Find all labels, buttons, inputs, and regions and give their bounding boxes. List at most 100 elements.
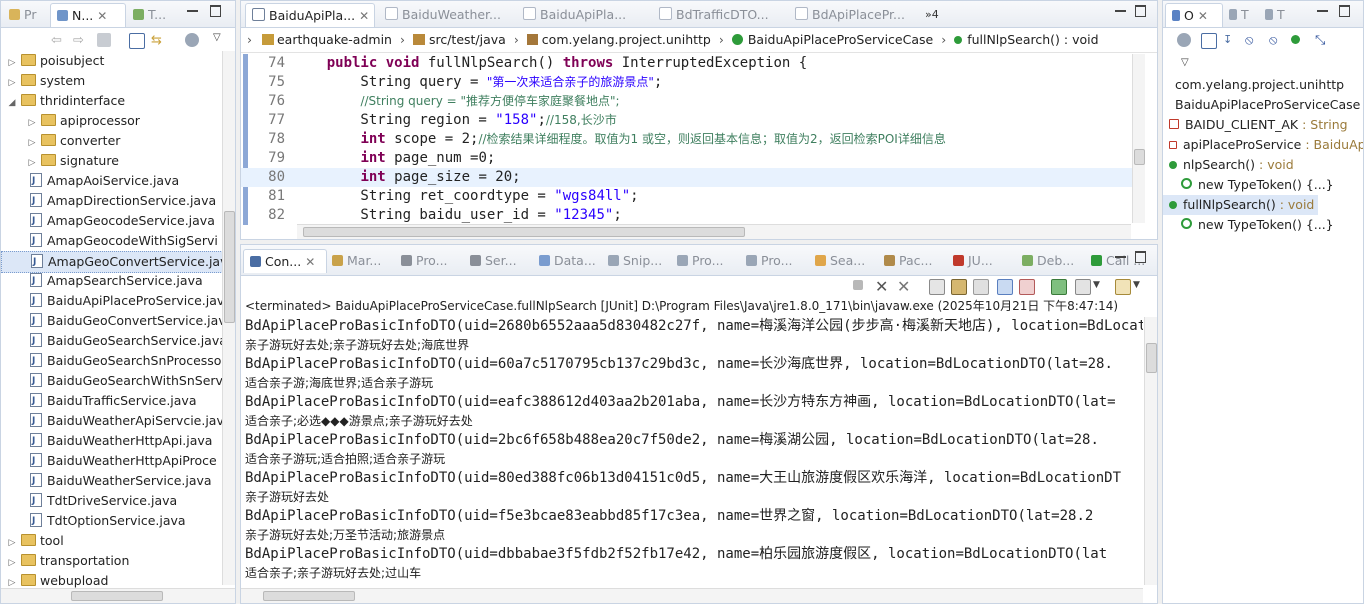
back-arrow-icon[interactable]: ⇦ [51,33,65,48]
outline-item[interactable]: apiPlaceProService : BaiduApi [1163,135,1363,155]
word-wrap-icon[interactable] [973,279,989,295]
outline-item[interactable]: BAIDU_CLIENT_AK : String [1163,115,1348,135]
tree-folder-item[interactable]: ▷ system [1,71,217,91]
forward-arrow-icon[interactable]: ⇨ [73,33,87,48]
remove-all-icon[interactable]: ✕ [897,277,911,296]
editor-tab[interactable]: BaiduApiPla... [517,3,645,26]
collapse-all-icon[interactable] [129,33,145,49]
maximize-icon[interactable] [1135,5,1146,17]
maximize-icon[interactable] [1339,5,1350,17]
maximize-icon[interactable] [210,5,221,17]
breadcrumb-project[interactable]: earthquake-admin [277,32,392,47]
outline-item[interactable]: fullNlpSearch() : void [1163,195,1319,215]
minimize-icon[interactable] [1317,10,1328,12]
tree-folder-item[interactable]: ▷ transportation [1,551,217,571]
sort-icon[interactable] [1177,33,1191,47]
breadcrumb-source-folder[interactable]: src/test/java [429,32,506,47]
console-view-tab[interactable]: Pro... [671,249,739,272]
chevron-right-icon[interactable]: ▷ [7,553,17,573]
tree-file-item[interactable]: BaiduApiPlaceProService.jav [1,291,235,311]
console-view-tab[interactable]: Sea... [809,249,877,272]
tab-task-list[interactable]: T [1223,3,1257,26]
tree-file-item[interactable]: TdtOptionService.java [1,511,235,531]
tree-file-item[interactable]: AmapAoiService.java [1,171,235,191]
minimize-icon[interactable] [187,10,198,12]
tree-folder-item[interactable]: ▷ signature [1,151,235,171]
chevron-right-icon[interactable]: ▷ [7,533,17,553]
scroll-thumb[interactable] [303,227,745,237]
tree-file-item[interactable]: AmapGeoConvertService.jav [1,251,235,273]
link-editor-icon[interactable]: ⇆ [151,33,165,48]
scroll-lock-icon[interactable] [951,279,967,295]
code-line[interactable]: 79 int page_num =0; [241,149,1145,168]
tree-file-item[interactable]: BaiduWeatherHttpApi.java [1,431,235,451]
scroll-thumb[interactable] [263,591,355,601]
editor-tab[interactable]: BaiduWeather... [379,3,509,26]
editor-tabs-overflow[interactable]: »4 [925,3,949,26]
hide-nonpublic-icon[interactable] [1291,35,1300,44]
editor-horizontal-scrollbar[interactable] [297,224,1131,239]
console-view-tab[interactable]: JU... [947,249,1015,272]
tree-file-item[interactable]: AmapGeocodeWithSigServi [1,231,235,251]
tree-folder-item[interactable]: ▷ tool [1,531,217,551]
tree-folder-item[interactable]: ▷ poisubject [1,51,217,71]
clear-console-icon[interactable] [929,279,945,295]
editor-tab[interactable]: BdTrafficDTO... [653,3,783,26]
tree-file-item[interactable]: BaiduGeoSearchService.java [1,331,235,351]
scroll-thumb[interactable] [1134,149,1145,165]
view-menu-icon[interactable]: ▽ [213,32,227,46]
code-line[interactable]: 81 String ret_coordtype = "wgs84ll"; [241,187,1145,206]
hide-static-icon[interactable]: ⦸ [1269,33,1283,48]
minimize-icon[interactable] [1115,256,1126,258]
close-icon[interactable]: ✕ [305,255,315,269]
editor-tab[interactable]: BdApiPlacePr... [789,3,919,26]
tree-folder-item[interactable]: ◢ thridinterface [1,91,217,111]
scroll-thumb[interactable] [224,211,235,323]
chevron-down-icon[interactable]: ◢ [7,93,17,113]
code-line[interactable]: 82 String baidu_user_id = "12345"; [241,206,1145,225]
tree-file-item[interactable]: BaiduTrafficService.java [1,391,235,411]
tab-project-explorer[interactable]: Pr [3,3,49,26]
scroll-thumb[interactable] [71,591,163,601]
remove-launch-icon[interactable]: ✕ [875,277,889,296]
tree-file-item[interactable]: BaiduWeatherService.java [1,471,235,491]
tree-file-item[interactable]: BaiduGeoSearchWithSnServ [1,371,235,391]
scroll-thumb[interactable] [1146,343,1157,373]
console-vertical-scrollbar[interactable] [1144,317,1157,585]
outline-item[interactable]: new TypeToken() {...} [1163,215,1334,235]
hide-fields-icon[interactable]: ⦸ [1245,33,1259,48]
console-view-tab[interactable]: Data... [533,249,601,272]
code-line[interactable]: 75 String query = "第一次来适合亲子的旅游景点"; [241,73,1145,92]
view-menu-icon[interactable]: ▽ [1181,57,1195,71]
tree-file-item[interactable]: AmapDirectionService.java [1,191,235,211]
tree-file-item[interactable]: AmapSearchService.java [1,271,235,291]
show-when-stdout-icon[interactable] [997,279,1013,295]
terminate-icon[interactable] [853,280,863,290]
chevron-right-icon[interactable]: ▷ [7,73,17,93]
tree-horizontal-scrollbar[interactable] [1,588,235,603]
editor-vertical-scrollbar[interactable] [1132,54,1145,223]
tree-folder-item[interactable]: ▷ apiprocessor [1,111,235,131]
console-view-tab[interactable]: Mar... [326,249,394,272]
chevron-right-icon[interactable]: ▷ [7,53,17,73]
code-line[interactable]: 76 //String query = "推荐方便停车家庭聚餐地点"; [241,92,1145,111]
sort-alpha-icon[interactable]: ↧ [1223,33,1237,47]
console-view-tab[interactable]: Snip... [602,249,670,272]
code-line[interactable]: 78 int scope = 2;//检索结果详细程度。取值为1 或空，则返回基… [241,130,1145,149]
filter-icon[interactable] [185,33,199,47]
outline-item[interactable]: BaiduApiPlaceProServiceCase [1163,95,1360,115]
tree-folder-item[interactable]: ▷ converter [1,131,235,153]
tab-type[interactable]: T [1259,3,1293,26]
console-horizontal-scrollbar[interactable] [241,588,1143,603]
outline-item[interactable]: nlpSearch() : void [1163,155,1294,175]
chevron-down-icon[interactable]: ▼ [1133,280,1147,294]
code-line[interactable]: 74 public void fullNlpSearch() throws In… [241,54,1145,73]
console-view-tab[interactable]: Con... ✕ [243,249,327,273]
chevron-right-icon[interactable]: ▷ [27,133,37,153]
display-console-icon[interactable] [1075,279,1091,295]
tree-file-item[interactable]: TdtDriveService.java [1,491,235,511]
tab-type-hierarchy[interactable]: T... [127,3,171,26]
code-editor[interactable]: 74 public void fullNlpSearch() throws In… [241,54,1157,223]
outline-item[interactable]: com.yelang.project.unihttp [1163,75,1344,95]
tree-file-item[interactable]: BaiduWeatherHttpApiProce [1,451,235,471]
